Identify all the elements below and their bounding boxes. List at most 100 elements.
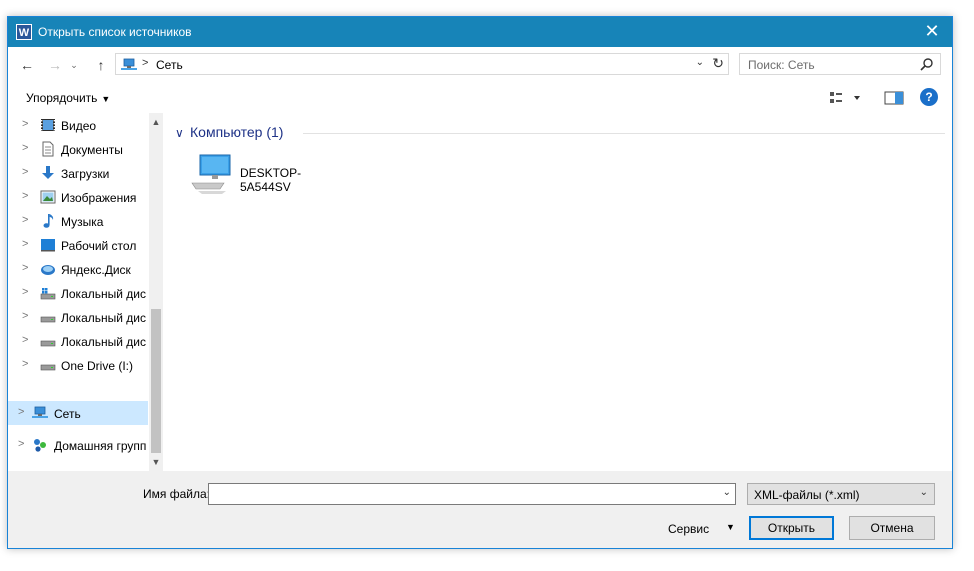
title-bar: W Открыть список источников ✕ bbox=[8, 17, 952, 47]
file-list-area: ∨ Компьютер (1) DESKTOP-5A544SV bbox=[168, 113, 952, 471]
chevron-down-icon: ▼ bbox=[726, 522, 735, 532]
chevron-right-icon[interactable]: > bbox=[22, 335, 30, 346]
sidebar-item-label: Изображения bbox=[61, 191, 137, 205]
preview-pane-icon[interactable] bbox=[884, 89, 904, 107]
close-button[interactable]: ✕ bbox=[912, 17, 952, 47]
homegroup-icon bbox=[34, 439, 46, 452]
tools-button[interactable]: Сервис ▼ bbox=[664, 518, 742, 540]
chevron-right-icon[interactable]: > bbox=[22, 239, 30, 250]
chevron-right-icon[interactable]: > bbox=[22, 287, 30, 298]
navigation-bar: ← → ⌄ ↑ > Сеть ⌄ ↻ Поиск: Сеть bbox=[8, 51, 952, 79]
refresh-icon[interactable]: ↻ bbox=[712, 55, 724, 72]
drive-icon bbox=[40, 316, 56, 323]
network-icon bbox=[32, 406, 48, 418]
pictures-icon bbox=[40, 190, 56, 204]
group-header[interactable]: Компьютер (1) bbox=[190, 124, 283, 140]
yandex-disk-icon bbox=[41, 265, 55, 275]
sidebar-item-label: Видео bbox=[61, 119, 97, 133]
computer-icon bbox=[191, 154, 231, 194]
sidebar-item-downloads[interactable]: > Загрузки bbox=[8, 161, 148, 185]
sidebar-item-local-disk-c[interactable]: > Локальный дис bbox=[8, 281, 148, 305]
video-icon bbox=[41, 119, 55, 131]
search-input[interactable]: Поиск: Сеть bbox=[748, 58, 815, 72]
list-item[interactable]: DESKTOP-5A544SV bbox=[190, 153, 350, 197]
chevron-right-icon[interactable]: > bbox=[22, 143, 30, 154]
sidebar-item-label: Загрузки bbox=[61, 167, 110, 181]
sidebar-item-label: Локальный дис bbox=[61, 335, 146, 349]
sidebar-item-label: Домашняя групп bbox=[54, 439, 147, 453]
address-bar[interactable]: > Сеть ⌄ ↻ bbox=[115, 53, 729, 75]
forward-button[interactable]: → bbox=[46, 55, 64, 75]
organize-label: Упорядочить bbox=[26, 91, 98, 105]
sidebar-item-video[interactable]: > Видео bbox=[8, 113, 148, 137]
sidebar-item-yandex-disk[interactable]: > Яндекс.Диск bbox=[8, 257, 148, 281]
sidebar-item-label: Рабочий стол bbox=[61, 239, 137, 253]
music-icon bbox=[43, 214, 54, 228]
up-button[interactable]: ↑ bbox=[92, 55, 110, 75]
scroll-down-icon[interactable]: ▼ bbox=[149, 455, 163, 469]
chevron-right-icon[interactable]: > bbox=[22, 167, 30, 178]
sidebar-item-desktop[interactable]: > Рабочий стол bbox=[8, 233, 148, 257]
organize-button[interactable]: Упорядочить ▼ bbox=[26, 91, 110, 105]
sidebar-item-label: Музыка bbox=[61, 215, 104, 229]
address-separator: > bbox=[142, 57, 149, 69]
scroll-up-icon[interactable]: ▲ bbox=[149, 115, 163, 129]
recent-locations-button[interactable]: ⌄ bbox=[68, 55, 80, 75]
computer-name: DESKTOP-5A544SV bbox=[240, 166, 302, 194]
drive-icon bbox=[40, 340, 56, 347]
cancel-button[interactable]: Отмена bbox=[849, 516, 935, 540]
file-name-input[interactable]: ⌄ bbox=[208, 483, 736, 505]
desktop-icon bbox=[41, 239, 55, 252]
drive-os-icon bbox=[40, 288, 56, 300]
tools-label: Сервис bbox=[668, 522, 710, 536]
sidebar-item-music[interactable]: > Музыка bbox=[8, 209, 148, 233]
chevron-right-icon[interactable]: > bbox=[22, 119, 30, 130]
sidebar-item-label: Локальный дис bbox=[61, 311, 146, 325]
address-dropdown-icon[interactable]: ⌄ bbox=[696, 57, 704, 68]
drive-icon bbox=[40, 364, 56, 371]
chevron-right-icon[interactable]: > bbox=[22, 215, 30, 226]
sidebar-item-one-drive[interactable]: > One Drive (I:) bbox=[8, 353, 148, 377]
chevron-right-icon[interactable]: > bbox=[22, 311, 30, 322]
documents-icon bbox=[42, 141, 54, 157]
sidebar-item-homegroup[interactable]: > Домашняя групп bbox=[8, 433, 148, 457]
downloads-icon bbox=[42, 166, 54, 179]
search-icon[interactable] bbox=[920, 57, 934, 71]
chevron-right-icon[interactable]: > bbox=[22, 191, 30, 202]
sidebar-item-network[interactable]: > Сеть bbox=[8, 401, 148, 425]
help-icon[interactable]: ? bbox=[920, 88, 938, 106]
change-view-icon[interactable] bbox=[828, 89, 864, 107]
chevron-right-icon[interactable]: > bbox=[18, 439, 26, 450]
chevron-down-icon: ⌄ bbox=[919, 487, 928, 498]
search-box[interactable]: Поиск: Сеть bbox=[739, 53, 941, 75]
sidebar-item-local-disk-3[interactable]: > Локальный дис bbox=[8, 329, 148, 353]
open-dialog-window: W Открыть список источников ✕ ← → ⌄ ↑ > … bbox=[7, 16, 953, 549]
sidebar-item-local-disk-2[interactable]: > Локальный дис bbox=[8, 305, 148, 329]
word-app-icon: W bbox=[16, 24, 32, 40]
command-toolbar: Упорядочить ▼ ? bbox=[8, 83, 952, 113]
file-name-label: Имя файла: bbox=[143, 487, 210, 501]
sidebar-item-label: Сеть bbox=[54, 407, 81, 421]
file-name-panel: Имя файла: ⌄ XML-файлы (*.xml) ⌄ Сервис … bbox=[8, 471, 952, 548]
file-type-select[interactable]: XML-файлы (*.xml) ⌄ bbox=[747, 483, 935, 505]
scrollbar-thumb[interactable] bbox=[151, 309, 161, 453]
sidebar-item-label: Локальный дис bbox=[61, 287, 146, 301]
chevron-right-icon[interactable]: > bbox=[22, 359, 30, 370]
collapse-group-icon[interactable]: ∨ bbox=[175, 126, 184, 140]
chevron-right-icon[interactable]: > bbox=[22, 263, 30, 274]
back-button[interactable]: ← bbox=[18, 55, 36, 75]
chevron-down-icon: ▼ bbox=[101, 94, 111, 104]
sidebar-item-label: One Drive (I:) bbox=[61, 359, 134, 373]
chevron-down-icon[interactable]: ⌄ bbox=[723, 487, 731, 498]
navigation-pane: > Видео > Документы > Загрузки > Изображ… bbox=[8, 113, 163, 471]
open-button[interactable]: Открыть bbox=[749, 516, 834, 540]
sidebar-item-pictures[interactable]: > Изображения bbox=[8, 185, 148, 209]
sidebar-item-label: Яндекс.Диск bbox=[61, 263, 131, 277]
sidebar-item-documents[interactable]: > Документы bbox=[8, 137, 148, 161]
network-icon bbox=[121, 58, 137, 70]
group-divider bbox=[303, 133, 945, 134]
address-path[interactable]: Сеть bbox=[156, 58, 183, 72]
sidebar-scrollbar[interactable]: ▲ ▼ bbox=[149, 113, 163, 471]
window-title: Открыть список источников bbox=[38, 25, 192, 39]
chevron-right-icon[interactable]: > bbox=[18, 407, 26, 418]
